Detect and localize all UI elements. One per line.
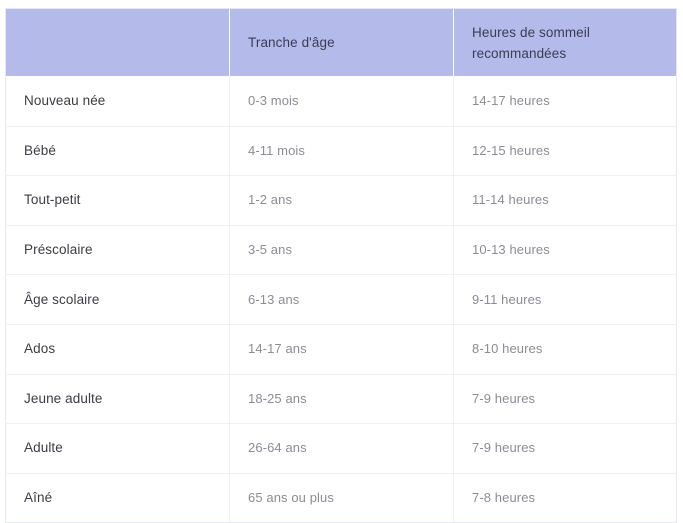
- cell-sleep-hours: 12-15 heures: [453, 126, 677, 177]
- cell-age-range: 1-2 ans: [229, 175, 454, 226]
- cell-age-range: 65 ans ou plus: [229, 473, 454, 523]
- cell-stage: Jeune adulte: [5, 374, 230, 425]
- table-row: Nouveau née 0-3 mois 14-17 heures: [5, 76, 677, 127]
- table-row: Préscolaire 3-5 ans 10-13 heures: [5, 225, 677, 276]
- table-header-row: Tranche d'âge Heures de sommeil recomman…: [5, 8, 677, 77]
- table-row: Âge scolaire 6-13 ans 9-11 heures: [5, 274, 677, 325]
- cell-sleep-hours: 9-11 heures: [453, 274, 677, 325]
- cell-stage: Préscolaire: [5, 225, 230, 276]
- table-row: Jeune adulte 18-25 ans 7-9 heures: [5, 374, 677, 425]
- cell-sleep-hours: 7-9 heures: [453, 374, 677, 425]
- table-header: Tranche d'âge Heures de sommeil recomman…: [5, 8, 677, 77]
- column-header-stage: [5, 8, 230, 77]
- cell-sleep-hours: 14-17 heures: [453, 76, 677, 127]
- sleep-recommendations-table: Tranche d'âge Heures de sommeil recomman…: [5, 8, 677, 523]
- cell-age-range: 6-13 ans: [229, 274, 454, 325]
- cell-stage: Nouveau née: [5, 76, 230, 127]
- cell-stage: Âge scolaire: [5, 274, 230, 325]
- cell-stage: Bébé: [5, 126, 230, 177]
- table-body: Nouveau née 0-3 mois 14-17 heures Bébé 4-11 …: [5, 76, 677, 523]
- sleep-recommendations-table-container: Tranche d'âge Heures de sommeil recomman…: [5, 8, 677, 523]
- table-row: Ados 14-17 ans 8-10 heures: [5, 324, 677, 375]
- column-header-sleep-hours-line1: Heures de sommeil: [472, 24, 590, 40]
- cell-stage: Aîné: [5, 473, 230, 523]
- cell-stage: Ados: [5, 324, 230, 375]
- cell-age-range: 18-25 ans: [229, 374, 454, 425]
- cell-age-range: 4-11 mois: [229, 126, 454, 177]
- cell-sleep-hours: 10-13 heures: [453, 225, 677, 276]
- cell-stage: Tout-petit: [5, 175, 230, 226]
- cell-age-range: 26-64 ans: [229, 423, 454, 474]
- column-header-sleep-hours: Heures de sommeil recommandées: [453, 8, 677, 77]
- cell-sleep-hours: 8-10 heures: [453, 324, 677, 375]
- table-row: Adulte 26-64 ans 7-9 heures: [5, 423, 677, 474]
- table-row: Bébé 4-11 mois 12-15 heures: [5, 126, 677, 177]
- cell-age-range: 14-17 ans: [229, 324, 454, 375]
- cell-age-range: 3-5 ans: [229, 225, 454, 276]
- cell-sleep-hours: 7-9 heures: [453, 423, 677, 474]
- cell-sleep-hours: 11-14 heures: [453, 175, 677, 226]
- cell-stage: Adulte: [5, 423, 230, 474]
- cell-sleep-hours: 7-8 heures: [472, 490, 536, 506]
- cell-age-range: 0-3 mois: [229, 76, 454, 127]
- column-header-sleep-hours-line2: recommandées: [472, 45, 567, 61]
- column-header-age-range: Tranche d'âge: [229, 8, 454, 77]
- table-row: Tout-petit 1-2 ans 11-14 heures: [5, 175, 677, 226]
- table-row: Aîné 65 ans ou plus 7-8 heures: [5, 473, 677, 523]
